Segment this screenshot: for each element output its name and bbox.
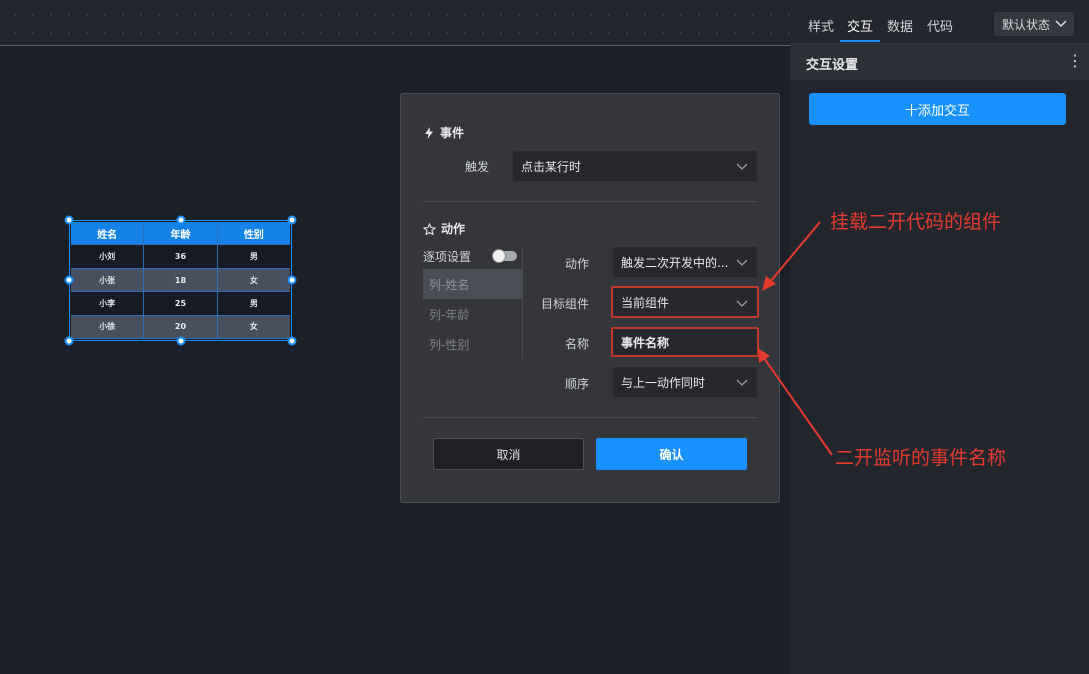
table-cell: 小徐 xyxy=(71,315,145,340)
footer-divider xyxy=(423,417,757,418)
panel-tabs: 样式 交互 数据 代码 默认状态 xyxy=(790,0,1089,44)
resize-handle-bottom-right[interactable] xyxy=(287,336,297,346)
action-label: 动作 xyxy=(564,257,589,271)
resize-handle-top[interactable] xyxy=(176,215,186,225)
resize-handle-right[interactable] xyxy=(287,275,297,285)
state-select[interactable]: 默认状态 xyxy=(994,12,1074,36)
annotation-event-name: 二开监听的事件名称 xyxy=(835,447,1007,469)
cancel-button[interactable]: 取消 xyxy=(433,438,584,470)
chevron-down-icon xyxy=(736,259,748,266)
table-cell: 小张 xyxy=(71,268,145,293)
column-list-item[interactable]: 列-姓名 xyxy=(423,269,522,299)
target-component-label: 目标组件 xyxy=(540,297,589,311)
annotation-target-component: 挂载二开代码的组件 xyxy=(830,211,1002,233)
event-section-title: 事件 xyxy=(423,124,464,141)
canvas-ruler-bar xyxy=(0,0,790,46)
action-select[interactable]: 触发二次开发中的... xyxy=(613,247,757,277)
chevron-down-icon xyxy=(736,300,748,307)
interaction-dialog: 事件 触发 点击某行时 动作 逐项设置 列-姓名 列-年龄 列-性别 动作 触发… xyxy=(400,93,780,503)
active-tab-indicator xyxy=(840,40,880,42)
event-section-label: 事件 xyxy=(440,126,465,140)
order-select-value: 与上一动作同时 xyxy=(621,375,706,390)
action-icon xyxy=(423,222,436,235)
tab-data[interactable]: 数据 xyxy=(887,16,913,35)
resize-handle-top-right[interactable] xyxy=(287,215,297,225)
column-list-item[interactable]: 列-年龄 xyxy=(423,299,522,329)
chevron-down-icon xyxy=(736,163,748,170)
chevron-down-icon xyxy=(1055,20,1067,28)
event-name-value: 事件名称 xyxy=(621,335,670,350)
table-cell: 男 xyxy=(217,245,290,269)
resize-handle-bottom[interactable] xyxy=(176,336,186,346)
table-row[interactable]: 小李 25 男 xyxy=(71,292,290,316)
chevron-down-icon xyxy=(736,379,748,386)
table-cell: 18 xyxy=(144,268,218,293)
trigger-select-value: 点击某行时 xyxy=(521,159,582,174)
section-divider xyxy=(423,201,757,202)
table-widget[interactable]: 姓名 年龄 性别 小刘 36 男 小张 18 女 小李 25 男 小徐 20 女 xyxy=(69,220,292,341)
tab-code[interactable]: 代码 xyxy=(927,16,953,35)
lightning-icon xyxy=(425,126,433,139)
property-panel: 样式 交互 数据 代码 默认状态 交互设置 ⋮ 十添加交互 xyxy=(790,0,1089,674)
trigger-label: 触发 xyxy=(464,160,489,174)
table-cell: 女 xyxy=(217,269,290,293)
more-menu-icon[interactable]: ⋮ xyxy=(1067,53,1083,70)
action-section-label: 动作 xyxy=(441,222,466,236)
resize-handle-top-left[interactable] xyxy=(64,215,74,225)
table-cell: 女 xyxy=(217,316,290,340)
order-select[interactable]: 与上一动作同时 xyxy=(613,367,757,397)
event-name-input[interactable]: 事件名称 xyxy=(611,327,759,357)
event-name-label: 名称 xyxy=(564,337,589,351)
state-select-value: 默认状态 xyxy=(1002,17,1051,32)
tab-interaction[interactable]: 交互 xyxy=(847,16,873,35)
confirm-button[interactable]: 确认 xyxy=(596,438,747,470)
per-item-setting-label: 逐项设置 xyxy=(423,250,472,264)
table-cell: 36 xyxy=(144,245,218,269)
resize-handle-bottom-left[interactable] xyxy=(64,336,74,346)
action-section-title: 动作 xyxy=(423,220,465,237)
order-label: 顺序 xyxy=(564,377,589,391)
section-title: 交互设置 xyxy=(806,58,859,73)
table-cell: 小李 xyxy=(71,292,145,316)
table-row[interactable]: 小张 18 女 xyxy=(71,268,290,293)
per-item-toggle[interactable] xyxy=(492,249,517,263)
add-interaction-button[interactable]: 十添加交互 xyxy=(809,93,1066,125)
table-header-cell: 性别 xyxy=(217,222,290,246)
target-component-select[interactable]: 当前组件 xyxy=(611,286,759,318)
table-row[interactable]: 小刘 36 男 xyxy=(71,245,290,269)
table-header-row: 姓名 年龄 性别 xyxy=(71,222,290,246)
table-header-cell: 年龄 xyxy=(144,222,218,246)
table-cell: 男 xyxy=(217,292,290,316)
column-list-item[interactable]: 列-性别 xyxy=(423,329,522,359)
table: 姓名 年龄 性别 小刘 36 男 小张 18 女 小李 25 男 小徐 20 女 xyxy=(71,222,290,340)
trigger-select[interactable]: 点击某行时 xyxy=(513,151,757,181)
table-cell: 25 xyxy=(144,292,218,316)
table-cell: 小刘 xyxy=(71,245,145,269)
action-select-value: 触发二次开发中的... xyxy=(621,255,729,270)
resize-handle-left[interactable] xyxy=(64,275,74,285)
tab-style[interactable]: 样式 xyxy=(808,16,834,35)
target-component-value: 当前组件 xyxy=(621,295,670,310)
table-header-cell: 姓名 xyxy=(71,222,145,246)
interaction-settings-header: 交互设置 ⋮ xyxy=(790,44,1089,80)
